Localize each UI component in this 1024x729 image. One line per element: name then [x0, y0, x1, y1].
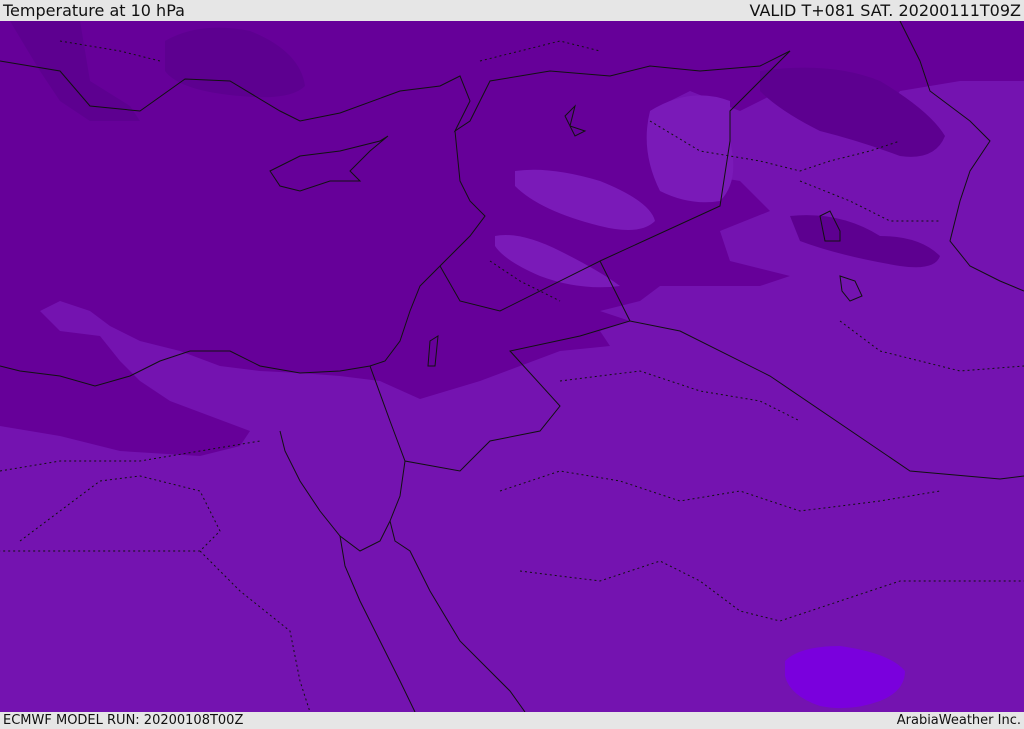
temperature-map: [0, 21, 1024, 712]
map-title: Temperature at 10 hPa: [3, 1, 185, 20]
header-bar: Temperature at 10 hPa VALID T+081 SAT. 2…: [0, 0, 1024, 21]
field-warm-lobe-2: [646, 95, 734, 203]
model-run: ECMWF MODEL RUN: 20200108T00Z: [3, 713, 244, 728]
credit: ArabiaWeather Inc.: [896, 713, 1021, 728]
valid-time: VALID T+081 SAT. 20200111T09Z: [749, 1, 1021, 20]
map-panel[interactable]: [0, 21, 1024, 712]
footer-bar: ECMWF MODEL RUN: 20200108T00Z ArabiaWeat…: [0, 712, 1024, 729]
